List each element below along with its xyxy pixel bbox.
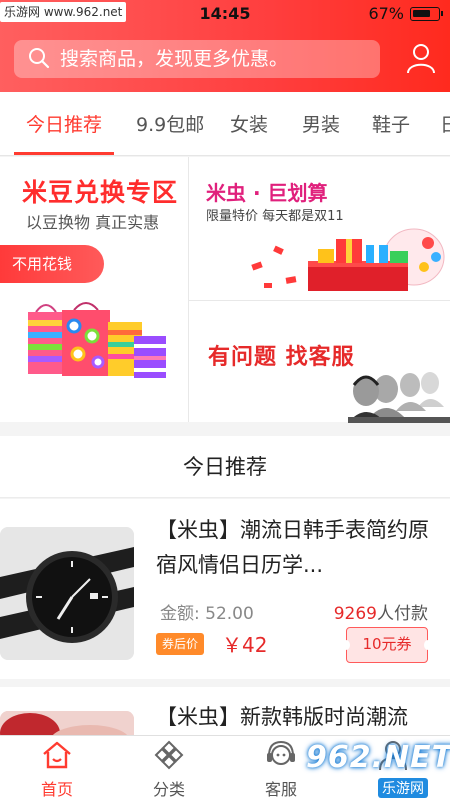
product-card[interactable]: 【米虫】潮流日韩手表简约原宿风情侣日历学... 金额: 52.00 9269人付… <box>0 499 450 679</box>
app-screen: 乐游网 www.962.net 14:45 67% 搜索商品，发现更多优惠。 今… <box>0 0 450 800</box>
search-icon <box>29 48 50 69</box>
product-amount: 金额: 52.00 <box>160 604 254 624</box>
exchange-title: 米豆兑换专区 <box>22 178 179 207</box>
section-header: 今日推荐 <box>0 436 450 498</box>
product-image <box>0 527 134 660</box>
paid-suffix: 人付款 <box>377 604 428 624</box>
exchange-subtitle: 以豆换物 真正实惠 <box>26 213 160 232</box>
search-input[interactable]: 搜索商品，发现更多优惠。 <box>14 40 380 78</box>
paid-number: 9269 <box>333 604 377 624</box>
battery-icon <box>410 7 443 21</box>
divider <box>189 300 450 301</box>
tab-women[interactable]: 女装 <box>230 92 268 155</box>
service-title: 有问题 找客服 <box>208 345 355 370</box>
divider <box>188 157 189 422</box>
tabbar-home-label: 首页 <box>40 780 73 799</box>
promo-grid: 米豆兑换专区 以豆换物 真正实惠 不用花钱 米虫 · 巨划算 限量特价 每天都是… <box>0 157 450 423</box>
battery-percentage: 67% <box>368 4 404 23</box>
tab-men[interactable]: 男装 <box>302 92 340 155</box>
watermark-logo: 962.NET <box>306 740 450 775</box>
tab-shoes[interactable]: 鞋子 <box>372 92 410 155</box>
tabbar-category-label: 分类 <box>152 780 185 799</box>
tabbar-category[interactable]: 分类 <box>124 736 214 800</box>
header: 乐游网 www.962.net 14:45 67% 搜索商品，发现更多优惠。 <box>0 0 450 92</box>
home-icon <box>43 741 71 769</box>
tabbar-home[interactable]: 首页 <box>12 736 102 800</box>
product-title: 【米虫】新款韩版时尚潮流 <box>156 705 408 729</box>
paid-count: 9269人付款 <box>334 599 428 624</box>
active-tab-indicator <box>14 152 114 155</box>
product-price: ￥42 <box>222 633 268 657</box>
coupon-button[interactable]: 10元券 <box>342 627 432 663</box>
status-bar: 乐游网 www.962.net 14:45 67% <box>0 0 450 28</box>
free-button[interactable]: 不用花钱 <box>0 245 104 283</box>
category-tabs: 今日推荐 9.9包邮 女装 男装 鞋子 日 <box>0 92 450 156</box>
tab-9-9-free-shipping[interactable]: 9.9包邮 <box>136 92 204 155</box>
deal-subtitle: 限量特价 每天都是双11 <box>206 209 344 224</box>
watermark-sub: 乐游网 <box>378 778 428 798</box>
category-icon <box>154 740 184 770</box>
watch-image <box>0 527 134 660</box>
gift-boxes-illustration <box>251 228 445 291</box>
after-coupon-badge: 券后价 <box>156 633 205 655</box>
site-watermark: 962.NET 乐游网 <box>306 740 450 800</box>
search-placeholder: 搜索商品，发现更多优惠。 <box>60 48 289 70</box>
deal-title: 米虫 · 巨划算 <box>206 181 328 205</box>
tab-today[interactable]: 今日推荐 <box>26 92 102 155</box>
product-title: 【米虫】潮流日韩手表简约原宿风情侣日历学... <box>156 518 429 577</box>
user-icon[interactable] <box>406 42 436 74</box>
shopping-bags-illustration <box>28 302 166 378</box>
section-title: 今日推荐 <box>183 455 267 479</box>
headset-icon <box>267 740 295 765</box>
tab-daily[interactable]: 日 <box>440 92 450 155</box>
customer-service-illustration <box>348 372 450 423</box>
